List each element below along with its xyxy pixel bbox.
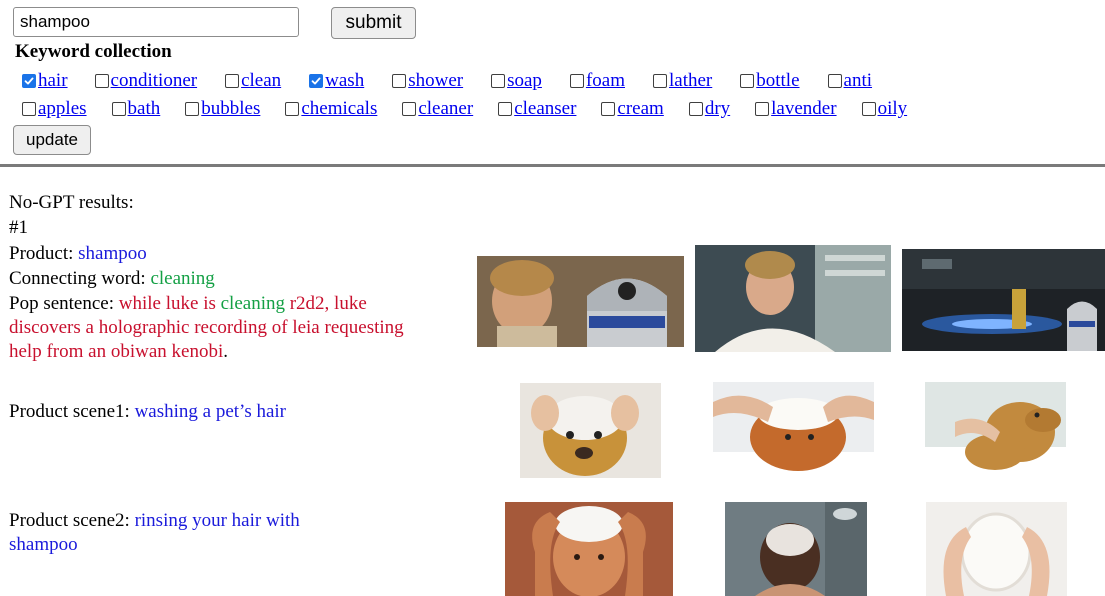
pop-scene-image-3 [902,249,1105,351]
keyword-lavender[interactable]: lavender [755,98,837,120]
keyword-checkbox[interactable] [569,74,584,88]
pop-scene-image-1 [477,256,684,347]
keyword-checkbox[interactable] [402,102,417,116]
keyword-checkbox[interactable] [827,74,842,88]
keyword-link[interactable]: clean [241,70,281,92]
keyword-oily[interactable]: oily [861,98,908,120]
keyword-checkbox[interactable] [861,102,876,116]
product-scene1-image-1 [520,383,661,478]
keyword-anti[interactable]: anti [827,70,873,92]
keyword-chemicals[interactable]: chemicals [285,98,377,120]
keyword-shower[interactable]: shower [392,70,463,92]
keyword-hair[interactable]: hair [22,70,68,92]
results-heading: No-GPT results: [9,192,134,213]
keyword-wash[interactable]: wash [309,70,364,92]
keyword-checkbox[interactable] [309,74,324,88]
connecting-word-line: Connecting word: cleaning [9,267,215,291]
update-button[interactable]: update [13,125,91,155]
keyword-checkbox[interactable] [225,74,240,88]
search-input[interactable] [13,7,299,37]
product-scene1-value: washing a pet’s hair [134,401,287,422]
keyword-checkbox[interactable] [285,102,300,116]
keyword-link[interactable]: cleaner [418,98,473,120]
keyword-checkbox[interactable] [755,102,770,116]
checkmark-icon [24,77,34,85]
section-divider [0,164,1105,167]
connecting-word-value: cleaning [150,268,215,289]
keyword-soap[interactable]: soap [491,70,542,92]
product-scene2-image-3 [926,502,1067,596]
keyword-link[interactable]: shower [408,70,463,92]
keyword-link[interactable]: anti [844,70,873,92]
keyword-link[interactable]: foam [586,70,625,92]
keyword-link[interactable]: wash [325,70,364,92]
keyword-collection-title: Keyword collection [15,41,172,62]
keyword-row-1: hair conditioner clean wash shower soap … [22,70,872,92]
pop-sentence-part1: while luke is [118,293,221,314]
pop-sentence: Pop sentence: while luke is cleaning r2d… [9,292,409,364]
pop-scene-image-2 [695,245,891,352]
keyword-checkbox[interactable] [185,102,200,116]
keyword-link[interactable]: bottle [756,70,799,92]
keyword-link[interactable]: apples [38,98,87,120]
keyword-apples[interactable]: apples [22,98,87,120]
keyword-link[interactable]: lather [669,70,712,92]
keyword-cleanser[interactable]: cleanser [498,98,576,120]
keyword-checkbox[interactable] [498,102,513,116]
keyword-row-2: apples bath bubbles chemicals cleaner cl… [22,98,907,120]
submit-button[interactable]: submit [331,7,416,39]
keyword-link[interactable]: lavender [771,98,836,120]
keyword-checkbox[interactable] [111,102,126,116]
product-label: Product: [9,243,79,264]
product-line: Product: shampoo [9,242,147,266]
keyword-checkbox[interactable] [601,102,616,116]
result-number: #1 [9,217,28,238]
keyword-link[interactable]: cleanser [514,98,576,120]
keyword-cream[interactable]: cream [601,98,664,120]
keyword-checkbox[interactable] [94,74,109,88]
keyword-link[interactable]: bath [128,98,161,120]
keyword-link[interactable]: oily [878,98,908,120]
keyword-link[interactable]: cream [617,98,663,120]
keyword-bubbles[interactable]: bubbles [185,98,260,120]
product-scene1-label: Product scene1: [9,401,135,422]
keyword-link[interactable]: chemicals [301,98,377,120]
keyword-conditioner[interactable]: conditioner [94,70,198,92]
product-value: shampoo [78,243,147,264]
keyword-checkbox[interactable] [491,74,506,88]
keyword-lather[interactable]: lather [652,70,712,92]
keyword-foam[interactable]: foam [569,70,625,92]
product-scene2-label: Product scene2: [9,510,135,531]
pop-sentence-connecting-word: cleaning [220,293,285,314]
product-scene2-line: Product scene2: rinsing your hair with s… [9,509,369,557]
pop-sentence-period: . [223,341,228,362]
checkmark-icon [311,77,321,85]
keyword-link[interactable]: dry [705,98,730,120]
product-scene2-image-1 [505,502,673,596]
keyword-checkbox[interactable] [392,74,407,88]
pop-sentence-label: Pop sentence: [9,293,119,314]
connecting-word-label: Connecting word: [9,268,151,289]
keyword-bath[interactable]: bath [111,98,161,120]
product-scene1-line: Product scene1: washing a pet’s hair [9,400,286,424]
keyword-bottle[interactable]: bottle [740,70,800,92]
keyword-cleaner[interactable]: cleaner [402,98,473,120]
keyword-link[interactable]: hair [38,70,68,92]
keyword-checkbox[interactable] [22,102,36,116]
keyword-link[interactable]: soap [507,70,542,92]
keyword-link[interactable]: conditioner [111,70,198,92]
keyword-checkbox[interactable] [688,102,703,116]
keyword-checkbox[interactable] [740,74,755,88]
keyword-link[interactable]: bubbles [201,98,260,120]
product-scene1-image-2 [713,382,874,476]
keyword-checkbox[interactable] [22,74,36,88]
product-scene1-image-3 [925,382,1066,476]
keyword-dry[interactable]: dry [688,98,730,120]
keyword-clean[interactable]: clean [225,70,281,92]
keyword-checkbox[interactable] [652,74,667,88]
product-scene2-image-2 [725,502,867,596]
